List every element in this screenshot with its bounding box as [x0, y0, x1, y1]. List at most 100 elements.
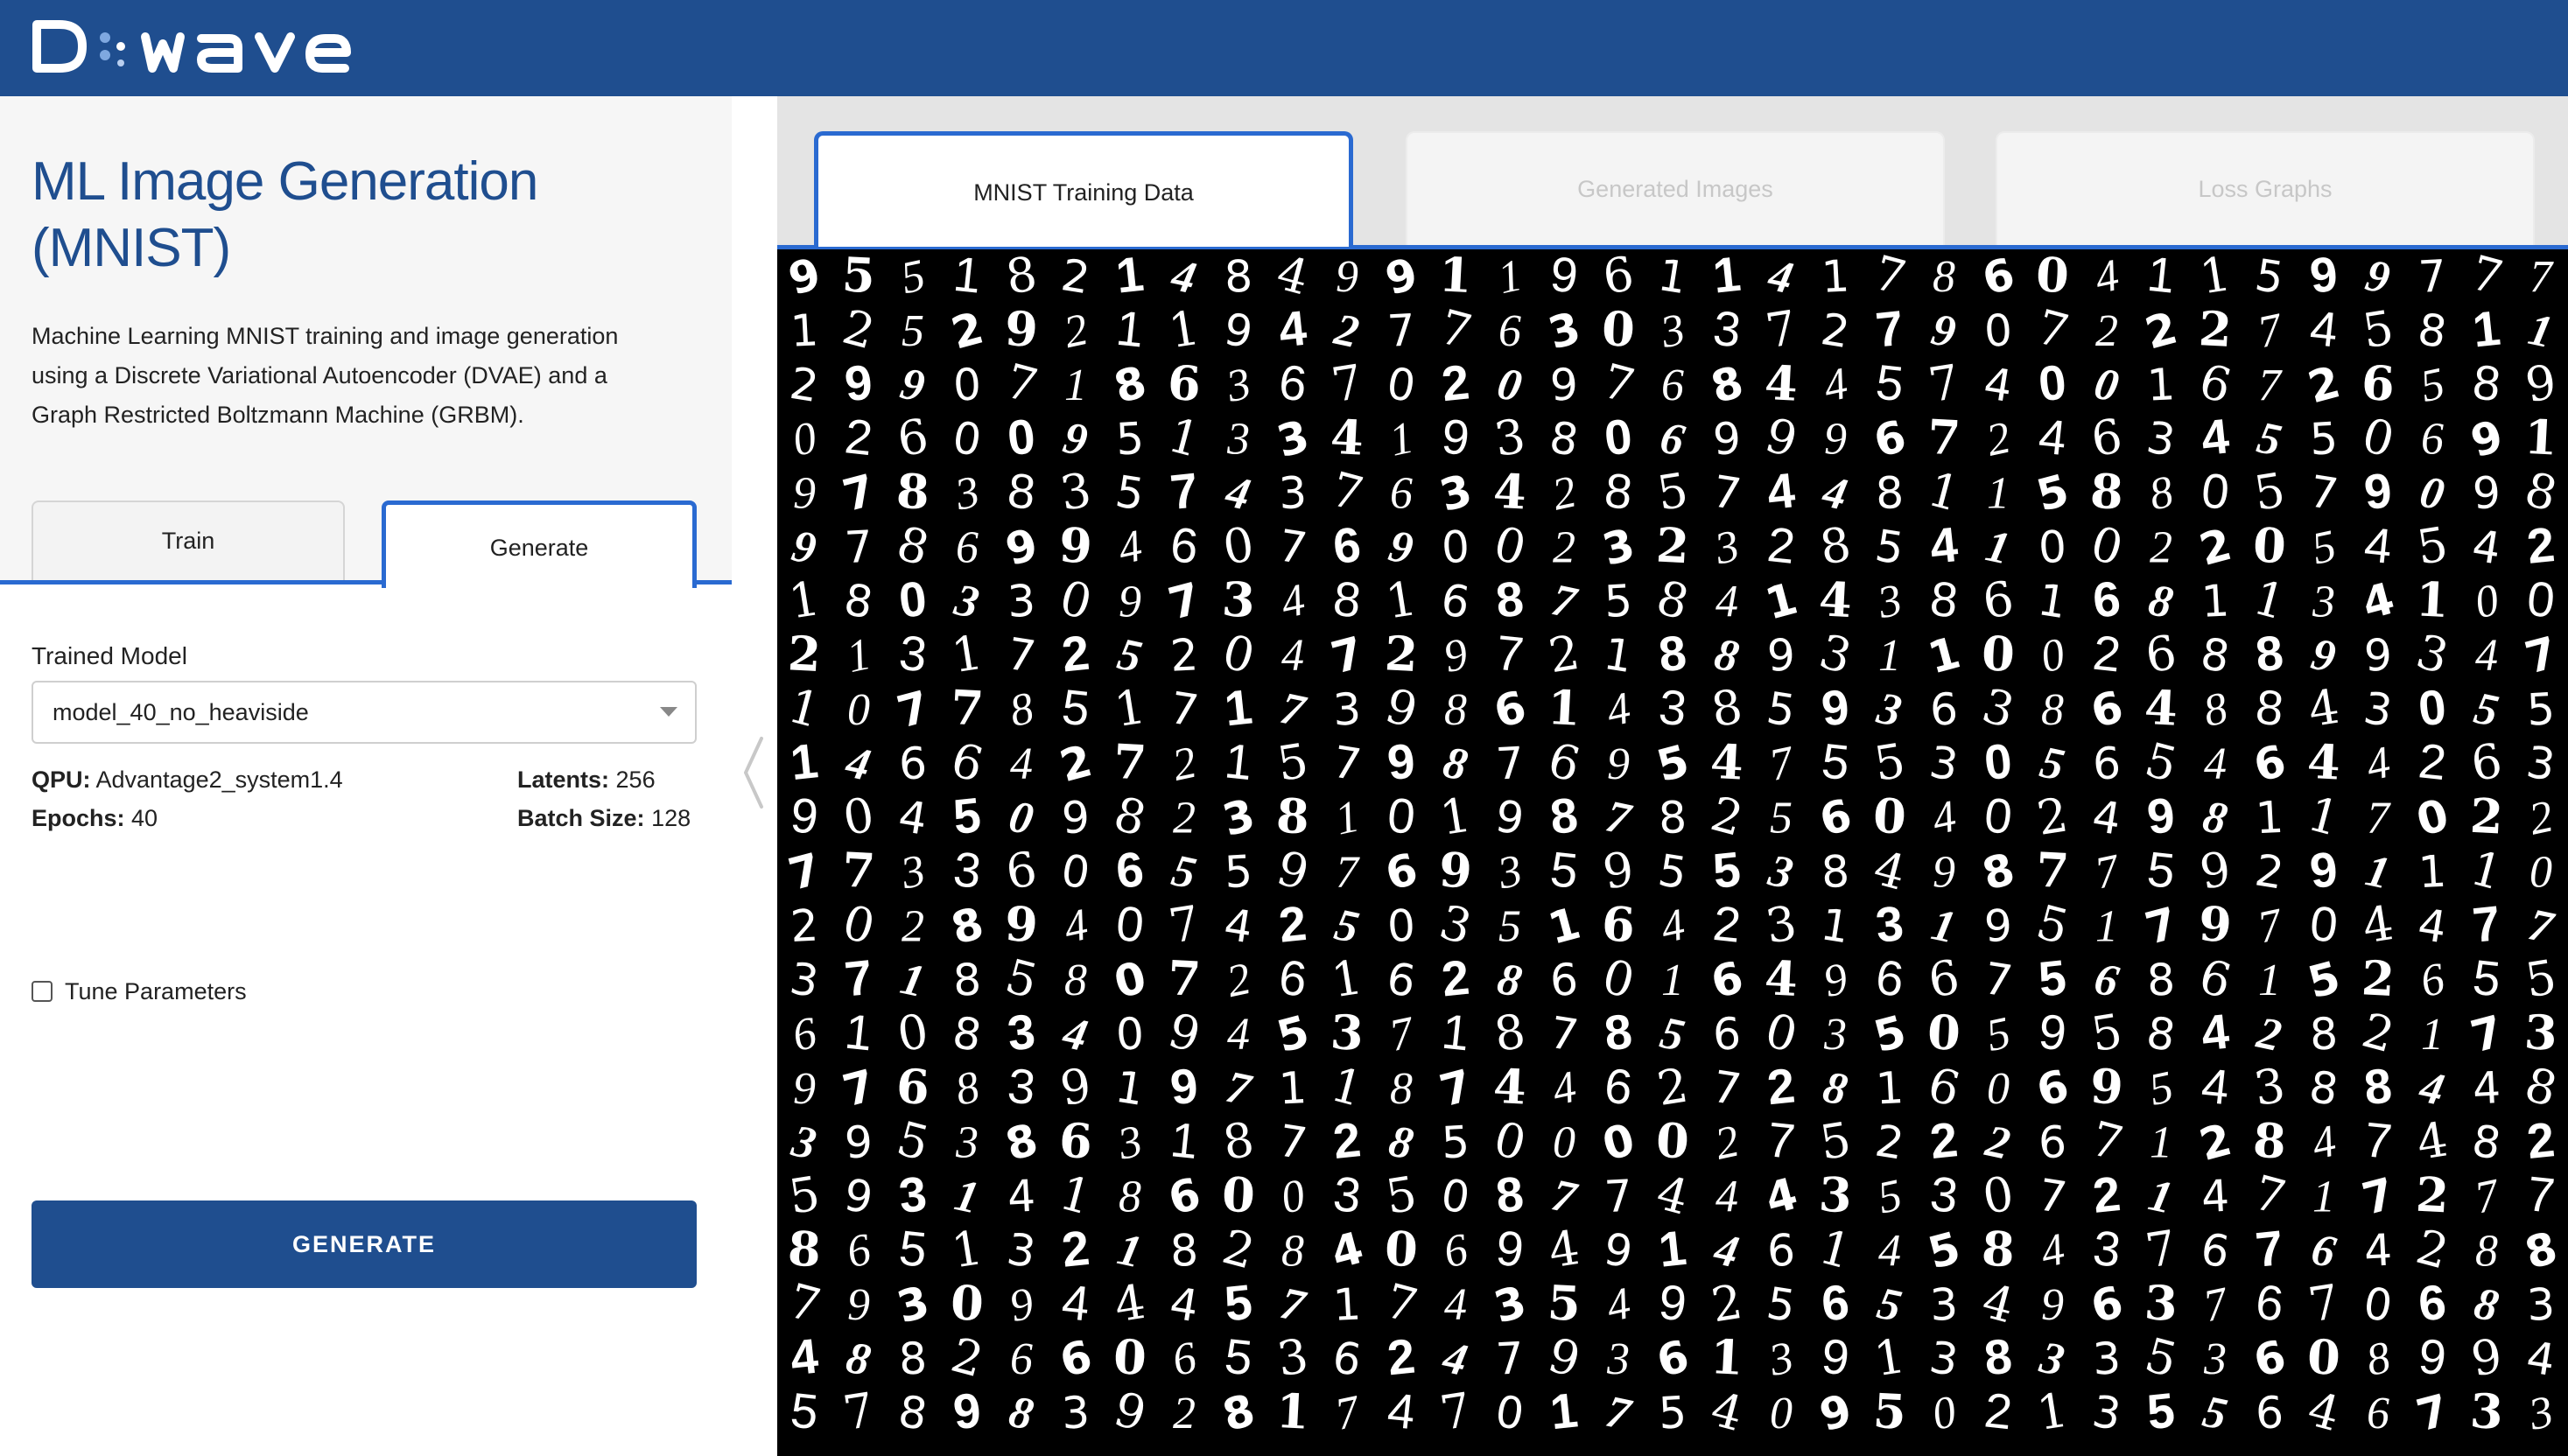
epochs-label: Epochs: — [32, 805, 125, 831]
mnist-digit: 1 — [1112, 1061, 1147, 1116]
mnist-digit: 6 — [1055, 1330, 1098, 1387]
mnist-digit: 3 — [787, 1116, 820, 1169]
mnist-digit: 4 — [2302, 1381, 2345, 1442]
mnist-digit: 8 — [1390, 1064, 1413, 1114]
mnist-digit: 1 — [1222, 732, 1255, 790]
mnist-digit: 1 — [1331, 792, 1364, 845]
mnist-digit: 0 — [1872, 788, 1908, 845]
mnist-digit: 5 — [2139, 1327, 2182, 1389]
mnist-digit: 6 — [1712, 1008, 1743, 1060]
mnist-digit: 3 — [1005, 1004, 1038, 1061]
mnist-digit: 5 — [2087, 1004, 2126, 1063]
mnist-digit: 0 — [1438, 1169, 1473, 1223]
mnist-digit: 0 — [2038, 522, 2068, 574]
mnist-digit: 4 — [1651, 1165, 1694, 1226]
mnist-digit: 8 — [2519, 461, 2562, 522]
mnist-digit: 2 — [1545, 625, 1583, 684]
sidebar-panel: ML Image Generation (MNIST) Machine Lear… — [0, 96, 732, 1456]
dwave-logo[interactable] — [30, 18, 432, 75]
mnist-digit: 3 — [1710, 300, 1744, 358]
mnist-digit: 3 — [1814, 624, 1856, 685]
mnist-digit: 6 — [2255, 1387, 2285, 1439]
mnist-digit: 0 — [1601, 300, 1637, 358]
tab-generate[interactable]: Generate — [382, 500, 697, 588]
mnist-digit: 5 — [1873, 1278, 1905, 1332]
mnist-digit: 5 — [1655, 844, 1690, 899]
mnist-digit: 6 — [2198, 1223, 2233, 1278]
mnist-digit: 6 — [2421, 415, 2444, 465]
chevron-left-icon[interactable] — [737, 733, 768, 812]
mnist-digit: 3 — [2203, 1334, 2227, 1384]
mnist-digit: 9 — [1168, 1057, 1201, 1115]
mnist-digit: 6 — [2193, 354, 2236, 415]
mnist-digit: 0 — [1385, 787, 1418, 844]
mnist-digit: 5 — [1816, 1111, 1855, 1171]
tune-parameters-label[interactable]: Tune Parameters — [65, 978, 247, 1005]
mnist-digit: 6 — [1380, 844, 1423, 900]
mnist-digit: 9 — [1712, 413, 1743, 466]
mnist-digit: 9 — [1549, 359, 1580, 411]
mnist-digit: 4 — [1438, 1333, 1471, 1386]
mnist-digit: 0 — [1983, 304, 2014, 357]
tab-generated-images[interactable]: Generated Images — [1406, 131, 1945, 247]
mnist-digit: 7 — [1276, 1278, 1310, 1333]
generate-button[interactable]: GENERATE — [32, 1200, 697, 1288]
mnist-digit: 1 — [1113, 1224, 1146, 1278]
mnist-digit: 0 — [837, 894, 880, 956]
main-panel: MNIST Training Data Generated Images Los… — [777, 96, 2568, 1456]
mnist-digit: 9 — [2466, 410, 2508, 467]
mnist-digit: 7 — [2306, 466, 2341, 520]
mnist-digit: 7 — [844, 522, 874, 574]
mnist-digit: 1 — [789, 304, 820, 357]
mnist-digit: 7 — [2258, 360, 2283, 410]
tab-train[interactable]: Train — [32, 500, 345, 581]
mnist-digit: 3 — [1765, 1333, 1798, 1386]
mnist-digit: 1 — [1987, 469, 2010, 519]
mnist-digit: 5 — [2036, 738, 2068, 791]
mnist-digit: 4 — [1716, 577, 1738, 626]
mnist-digit: 6 — [1168, 1333, 1201, 1386]
mnist-digit: 4 — [1928, 792, 1961, 845]
mnist-digit: 3 — [2089, 1386, 2124, 1440]
mnist-digit: 2 — [2356, 1003, 2399, 1064]
mnist-digit: 8 — [1710, 629, 1743, 682]
mnist-digit: 0 — [1492, 1386, 1527, 1440]
mnist-digit: 7 — [1547, 1007, 1582, 1061]
mnist-digit: 7 — [1602, 1387, 1636, 1441]
mnist-digit: 0 — [1054, 570, 1097, 631]
mnist-digit: 3 — [1222, 359, 1255, 412]
mnist-digit: 4 — [1820, 359, 1852, 412]
mnist-digit: 4 — [1167, 1278, 1202, 1332]
mnist-digit: 6 — [2031, 1060, 2074, 1116]
mnist-digit: 7 — [782, 1273, 825, 1334]
mnist-digit: 8 — [952, 954, 983, 1006]
mnist-digit: 3 — [2524, 1387, 2557, 1440]
mnist-digit: 6 — [2367, 1389, 2389, 1438]
mnist-digit: 7 — [838, 1060, 881, 1116]
mnist-digit: 5 — [2250, 462, 2289, 522]
mnist-digit: 0 — [1386, 900, 1417, 953]
tab-loss-graphs[interactable]: Loss Graphs — [1996, 131, 2535, 247]
mnist-digit: 1 — [1982, 521, 2014, 574]
mnist-digit: 2 — [2194, 1114, 2237, 1171]
mnist-digit: 4 — [2199, 408, 2232, 466]
tune-parameters-checkbox[interactable] — [32, 981, 53, 1002]
mnist-digit: 1 — [1111, 679, 1149, 738]
mnist-digit: 4 — [1111, 1274, 1149, 1334]
mnist-digit: 5 — [2413, 516, 2452, 576]
qpu-label: QPU: — [32, 766, 91, 793]
mnist-digit: 7 — [1276, 683, 1310, 738]
mnist-digit: 2 — [1059, 625, 1092, 682]
mnist-digit: 5 — [1764, 1278, 1799, 1332]
mnist-digit: 5 — [2031, 465, 2074, 522]
mnist-digit: 7 — [1709, 466, 1744, 520]
trained-model-select[interactable]: model_40_no_heaviside — [32, 681, 697, 744]
mnist-digit: 2 — [2252, 1008, 2285, 1061]
mnist-digit: 9 — [1000, 519, 1043, 576]
mnist-digit: 5 — [2308, 521, 2340, 574]
tab-mnist-training-data[interactable]: MNIST Training Data — [814, 131, 1353, 247]
mnist-digit: 1 — [1064, 360, 1087, 410]
mnist-digit: 5 — [1872, 520, 1907, 574]
mnist-digit: 5 — [2526, 683, 2557, 736]
mnist-digit: 0 — [1219, 516, 1258, 576]
